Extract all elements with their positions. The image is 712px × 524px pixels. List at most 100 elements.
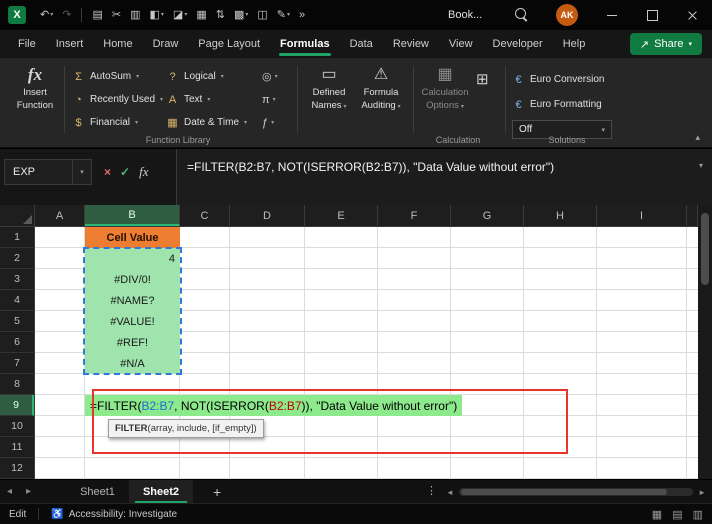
math-trig-button[interactable]: π▾ [262, 90, 278, 109]
cell-B2[interactable]: 4 [85, 248, 180, 269]
scroll-left-icon[interactable]: ◄ [446, 488, 454, 497]
row-header-6[interactable]: 6 [0, 332, 34, 353]
row-header-11[interactable]: 11 [0, 437, 34, 458]
cell-B5[interactable]: #VALUE! [85, 311, 180, 332]
column-header-G[interactable]: G [451, 205, 524, 226]
cell-B4[interactable]: #NAME? [85, 290, 180, 311]
search-icon[interactable] [515, 8, 529, 22]
minimize-button[interactable] [592, 0, 632, 30]
horizontal-scrollbar-thumb[interactable] [461, 489, 667, 495]
page-layout-view-icon[interactable]: ▤ [672, 508, 682, 521]
horizontal-scrollbar[interactable]: ◄ ► [446, 485, 706, 499]
accessibility-checker[interactable]: ♿ Accessibility: Investigate [51, 509, 177, 520]
cell-B1[interactable]: Cell Value [85, 227, 180, 248]
vertical-scrollbar-thumb[interactable] [701, 213, 709, 285]
row-header-12[interactable]: 12 [0, 458, 34, 479]
chevron-down-icon[interactable]: ▾ [72, 160, 91, 184]
page-break-preview-icon[interactable]: ▥ [693, 508, 703, 521]
scroll-right-icon[interactable]: ► [698, 488, 706, 497]
column-header-C[interactable]: C [180, 205, 230, 226]
cell-B7[interactable]: #N/A [85, 353, 180, 374]
column-header-A[interactable]: A [35, 205, 85, 226]
vertical-scrollbar[interactable] [698, 205, 712, 479]
ribbon-tab-data[interactable]: Data [340, 32, 383, 56]
ribbon-tab-file[interactable]: File [8, 32, 46, 56]
table-icon[interactable]: ▦ [192, 8, 210, 23]
new-sheet-button[interactable]: + [213, 484, 221, 500]
draw-icon[interactable]: ✎▾ [273, 8, 294, 23]
select-all-button[interactable] [0, 205, 35, 227]
collapse-ribbon-icon[interactable]: ▴ [695, 132, 700, 143]
enter-icon[interactable]: ✓ [120, 165, 130, 179]
column-header-F[interactable]: F [378, 205, 451, 226]
sort-icon[interactable]: ⇅ [212, 8, 229, 23]
stamp-icon[interactable]: ◫ [253, 8, 271, 23]
financial-button[interactable]: $Financial▾ [72, 113, 163, 132]
expand-formula-bar-icon[interactable]: ▾ [699, 161, 703, 170]
column-header-B[interactable]: B [85, 205, 180, 226]
calculation-options-button[interactable]: ▦ Calculation Options▾ [418, 64, 472, 112]
calculate-now-icon[interactable]: ⊞ [476, 70, 489, 88]
row-header-2[interactable]: 2 [0, 248, 34, 269]
excel-logo-icon[interactable]: X [8, 6, 26, 24]
ribbon-tab-view[interactable]: View [439, 32, 483, 56]
sheet-tab-sheet2[interactable]: Sheet2 [129, 480, 193, 503]
share-button[interactable]: ↗ Share ▾ [630, 33, 702, 55]
fill-color-icon[interactable]: ◧▾ [145, 8, 167, 23]
more-commands-icon[interactable]: » [295, 8, 309, 23]
column-header-I[interactable]: I [597, 205, 687, 226]
sheet-grid[interactable]: =FILTER(B2:B7, NOT(ISERROR(B2:B7)), "Dat… [35, 227, 698, 479]
row-header-3[interactable]: 3 [0, 269, 34, 290]
ribbon-tab-help[interactable]: Help [553, 32, 596, 56]
ribbon-tab-home[interactable]: Home [93, 32, 142, 56]
row-header-8[interactable]: 8 [0, 374, 34, 395]
avatar[interactable]: AK [556, 4, 578, 26]
autosum-button[interactable]: ΣAutoSum▾ [72, 67, 163, 86]
borders-icon[interactable]: ▩▾ [230, 8, 252, 23]
cancel-icon[interactable]: × [104, 165, 111, 179]
redo-icon[interactable]: ↷ [58, 8, 75, 23]
sheet-options-icon[interactable]: ⋮ [426, 484, 437, 497]
logical-button[interactable]: ?Logical▾ [166, 67, 247, 86]
undo-icon[interactable]: ↶▾ [36, 8, 57, 23]
column-header-H[interactable]: H [524, 205, 597, 226]
lookup-reference-button[interactable]: ◎▾ [262, 67, 278, 86]
cut-icon[interactable]: ✂ [108, 8, 125, 23]
sheet-nav-right-icon[interactable]: ▸ [19, 486, 38, 497]
horizontal-scrollbar-track[interactable] [459, 488, 693, 496]
ribbon-tab-review[interactable]: Review [383, 32, 439, 56]
close-button[interactable] [672, 0, 712, 30]
text-button[interactable]: AText▾ [166, 90, 247, 109]
row-header-10[interactable]: 10 [0, 416, 34, 437]
insert-function-icon[interactable]: fx [139, 164, 148, 180]
ribbon-tab-formulas[interactable]: Formulas [270, 32, 340, 56]
more-functions-button[interactable]: ƒ▾ [262, 113, 278, 132]
date-time-button[interactable]: ▦Date & Time▾ [166, 113, 247, 132]
formula-auditing-button[interactable]: ⚠ Formula Auditing▾ [354, 64, 408, 112]
row-header-4[interactable]: 4 [0, 290, 34, 311]
name-box[interactable]: EXP ▾ [4, 159, 92, 185]
row-header-9[interactable]: 9 [0, 395, 34, 416]
chart-icon[interactable]: ▥ [126, 8, 144, 23]
defined-names-button[interactable]: ▭ Defined Names▾ [302, 64, 356, 112]
sheet-tab-sheet1[interactable]: Sheet1 [66, 480, 129, 503]
normal-view-icon[interactable]: ▦ [652, 508, 662, 521]
row-header-1[interactable]: 1 [0, 227, 34, 248]
maximize-button[interactable] [632, 0, 672, 30]
eraser-icon[interactable]: ◪▾ [169, 8, 191, 23]
formula-input[interactable]: =FILTER(B2:B7, NOT(ISERROR(B2:B7)), "Dat… [176, 149, 712, 205]
cell-B3[interactable]: #DIV/0! [85, 269, 180, 290]
euro-formatting-button[interactable]: € Euro Formatting [512, 95, 602, 114]
row-header-5[interactable]: 5 [0, 311, 34, 332]
sheet-nav-left-icon[interactable]: ◂ [0, 486, 19, 497]
column-header-E[interactable]: E [305, 205, 378, 226]
ribbon-tab-page-layout[interactable]: Page Layout [188, 32, 270, 56]
cell-B6[interactable]: #REF! [85, 332, 180, 353]
column-header-D[interactable]: D [230, 205, 305, 226]
ribbon-tab-draw[interactable]: Draw [143, 32, 189, 56]
insert-function-button[interactable]: fx Insert Function [8, 64, 62, 112]
clipboard-icon[interactable]: ▤ [88, 8, 106, 23]
ribbon-tab-insert[interactable]: Insert [46, 32, 94, 56]
cell-B9-formula[interactable]: =FILTER(B2:B7, NOT(ISERROR(B2:B7)), "Dat… [85, 395, 462, 416]
row-header-7[interactable]: 7 [0, 353, 34, 374]
